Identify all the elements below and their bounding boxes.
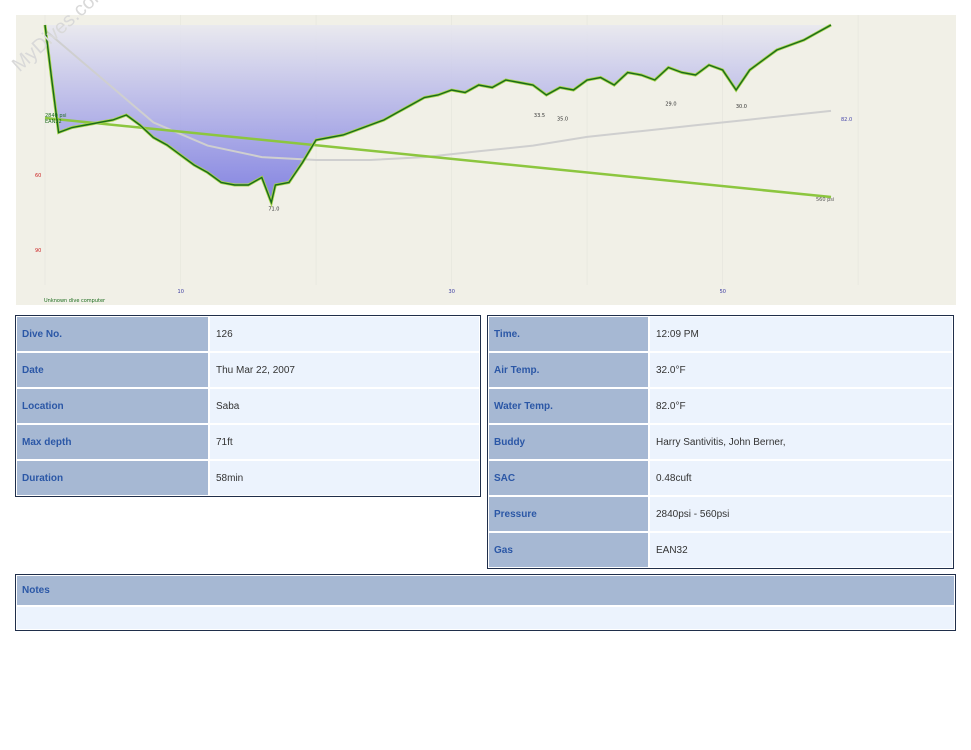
depth-area-fill xyxy=(45,25,831,203)
x-tick-label: 10 xyxy=(178,289,184,295)
detail-value: Saba xyxy=(210,389,479,423)
detail-label: Time. xyxy=(489,317,648,351)
dive-details-table: Dive No. 126 Date Thu Mar 22, 2007 Location S… xyxy=(15,315,481,497)
dive-profile-plot: 10 30 506090 71.033.535.029.0 30.0 2840 psi… xyxy=(35,15,859,304)
detail-value: Harry Santivitis, John Berner, xyxy=(650,425,952,459)
detail-value: 126 xyxy=(210,317,479,351)
detail-row: Dive No. 126 xyxy=(17,317,479,351)
detail-value: EAN32 xyxy=(650,533,952,567)
depth-annotation: 35.0 xyxy=(557,117,568,123)
detail-value: 0.48cuft xyxy=(650,461,952,495)
detail-label: Gas xyxy=(489,533,648,567)
depth-annotation: 33.5 xyxy=(534,113,545,119)
detail-label: Dive No. xyxy=(17,317,208,351)
detail-row: SAC 0.48cuft xyxy=(489,461,952,495)
notes-text xyxy=(17,607,954,629)
y-tick-label: 60 xyxy=(35,173,41,179)
y-tick-label: 90 xyxy=(35,248,41,254)
dive-conditions-table: Time. 12:09 PM Air Temp. 32.0°F Water Temp. 8… xyxy=(487,315,954,569)
x-tick-label: 30 xyxy=(449,289,455,295)
x-tick-label: 50 xyxy=(720,289,726,295)
detail-label: Water Temp. xyxy=(489,389,648,423)
detail-label: SAC xyxy=(489,461,648,495)
depth-annotation: 29.0 xyxy=(665,102,676,108)
axis-ticks: 10 30 50 60 90 xyxy=(35,173,726,295)
end-pressure-label: 560 psi xyxy=(816,197,834,203)
detail-label: Location xyxy=(17,389,208,423)
detail-label: Max depth xyxy=(17,425,208,459)
detail-label: Buddy xyxy=(489,425,648,459)
detail-label: Pressure xyxy=(489,497,648,531)
dive-computer-label: Unknown dive computer xyxy=(44,298,106,304)
gas-label: EAN32 xyxy=(45,119,62,125)
detail-row: Air Temp. 32.0°F xyxy=(489,353,952,387)
notes-section: Notes xyxy=(15,574,956,631)
detail-value: 82.0°F xyxy=(650,389,952,423)
detail-value: 2840psi - 560psi xyxy=(650,497,952,531)
detail-label: Date xyxy=(17,353,208,387)
temperature-label: 82.0 xyxy=(841,117,852,123)
detail-row: Time. 12:09 PM xyxy=(489,317,952,351)
detail-row: Pressure 2840psi - 560psi xyxy=(489,497,952,531)
detail-row: Max depth 71ft xyxy=(17,425,479,459)
detail-row: Location Saba xyxy=(17,389,479,423)
depth-annotation: 71.0 xyxy=(268,207,279,213)
depth-annotation: 30.0 xyxy=(736,104,747,110)
detail-row: Date Thu Mar 22, 2007 xyxy=(17,353,479,387)
detail-value: 32.0°F xyxy=(650,353,952,387)
detail-row: Duration 58min xyxy=(17,461,479,495)
detail-row: Gas EAN32 xyxy=(489,533,952,567)
detail-label: Duration xyxy=(17,461,208,495)
detail-value: 12:09 PM xyxy=(650,317,952,351)
pressure-line xyxy=(44,116,832,199)
detail-label: Air Temp. xyxy=(489,353,648,387)
dive-profile-chart: 10 30 50 60 90 71.0 33.5 35.0 29.0 30.0 2840 psi… xyxy=(8,0,956,305)
detail-value: Thu Mar 22, 2007 xyxy=(210,353,479,387)
detail-row: Buddy Harry Santivitis, John Berner, xyxy=(489,425,952,459)
detail-row: Water Temp. 82.0°F xyxy=(489,389,952,423)
detail-value: 58min xyxy=(210,461,479,495)
detail-value: 71ft xyxy=(210,425,479,459)
notes-label: Notes xyxy=(17,576,954,605)
